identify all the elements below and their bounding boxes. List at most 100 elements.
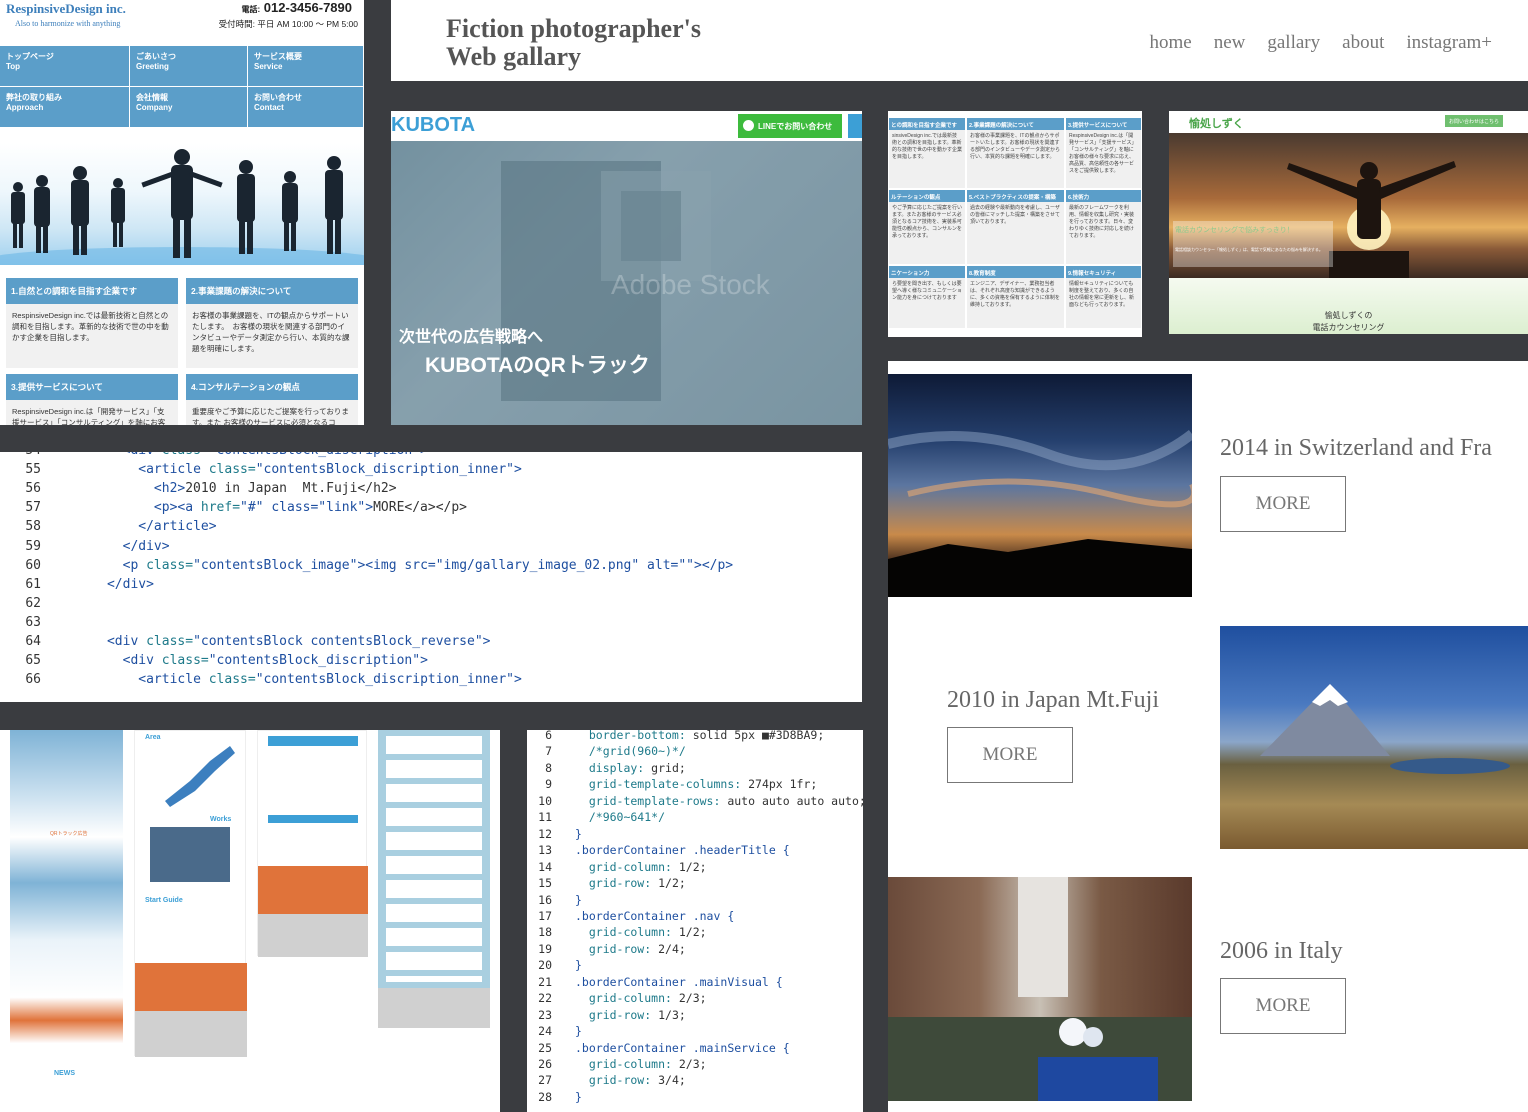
code-text: /*960~641*/: [575, 810, 666, 825]
nav-link-gallary[interactable]: gallary: [1267, 32, 1320, 54]
code-text: }: [575, 892, 582, 907]
menu-icon[interactable]: [848, 114, 862, 138]
line-number: 20: [538, 958, 552, 973]
code-text: .borderContainer .mainService {: [575, 1040, 790, 1055]
gallery-photo-italy: [888, 877, 1192, 1101]
gallery-photo-switzerland: [888, 374, 1192, 597]
thumbnail-pricing[interactable]: [257, 730, 368, 957]
more-button[interactable]: MORE: [1220, 476, 1346, 532]
nav-item-company[interactable]: 会社情報 Company: [130, 87, 248, 128]
code-text: </article>: [138, 519, 217, 535]
feature-card: 2.事業課題の解決について お客様の事業課題を、ITの観点からサポートいたします…: [186, 278, 358, 368]
thumbnail-area-works[interactable]: Area Works Start Guide: [134, 730, 247, 1057]
line-number: 17: [538, 908, 552, 923]
gallery-site-header: Fiction photographer's Web gallary home n…: [391, 0, 1528, 81]
line-number: 12: [538, 826, 552, 841]
nav-item-greeting[interactable]: ごあいさつ Greeting: [130, 46, 248, 87]
code-text: }: [575, 958, 582, 973]
feature-card-body: RespinsiveDesign inc.は「開発サービス」「支援サービス」「コ…: [12, 407, 166, 425]
code-text: <p class="contentsBlock_image"><img src=…: [122, 557, 734, 573]
code-text: grid-row: 1/3;: [575, 1007, 686, 1022]
line-contact-button[interactable]: LINEでお問い合わせ: [738, 114, 842, 138]
nav-item-top[interactable]: トップページ Top: [0, 46, 130, 87]
line-number: 26: [538, 1057, 552, 1071]
code-text: grid-row: 3/4;: [575, 1073, 686, 1088]
code-text: .borderContainer .mainVisual {: [575, 974, 783, 989]
service-grid: との調和を目指す企業です sinsiveDesign inc.では最新技術との調和…: [888, 117, 1142, 329]
line-number: 11: [538, 810, 552, 825]
line-number: 66: [25, 672, 41, 688]
code-text: }: [575, 1024, 582, 1039]
hero-caption-body: 電話相談カウンセラー「愉処しずく」は、電話で気軽にあなたの悩みを解決する。: [1175, 247, 1323, 252]
line-number: 15: [538, 876, 552, 891]
site-header: RespinsiveDesign inc. Also to harmonize …: [0, 0, 364, 46]
line-number: 61: [25, 576, 41, 592]
feature-card: 3.提供サービスについて RespinsiveDesign inc.は「開発サー…: [6, 374, 178, 425]
feature-card: 1.自然との調和を目指す企業です RespinsiveDesign inc.では…: [6, 278, 178, 368]
line-number: 63: [25, 614, 41, 630]
code-text: <p><a href="#" class="link">MORE</a></p>: [153, 500, 468, 516]
more-button[interactable]: MORE: [1220, 978, 1346, 1034]
nav-link-about[interactable]: about: [1342, 32, 1384, 54]
hero-business-silhouettes: [0, 143, 364, 265]
service-cell: 8.教育制度 エンジニア、デザイナー、業務担当者は、それぞれ高度な知識ができるよう…: [966, 265, 1065, 329]
line-number: 23: [538, 1007, 552, 1022]
gallery-photo-mtfuji: [1220, 626, 1528, 849]
line-number: 18: [538, 925, 552, 940]
kubota-logo[interactable]: KUBOTA: [391, 114, 475, 137]
nav-item-contact[interactable]: お問い合わせ Contact: [248, 87, 364, 128]
counseling-logo[interactable]: 愉処しずく: [1189, 115, 1244, 131]
line-number: 57: [25, 500, 41, 516]
nav-link-home[interactable]: home: [1150, 32, 1192, 54]
line-number: 28: [538, 1089, 552, 1104]
code-text: .borderContainer .headerTitle {: [575, 843, 790, 858]
code-text: <article class="contentsBlock_discriptio…: [138, 462, 522, 478]
line-number: 27: [538, 1073, 552, 1088]
line-number: 25: [538, 1040, 552, 1055]
line-number: 9: [545, 777, 552, 792]
code-text: grid-row: 2/4;: [575, 941, 686, 956]
section-title: 電話カウンセリング: [1312, 323, 1385, 332]
site-tagline: Also to harmonize with anything: [15, 19, 121, 28]
section-title: 愉処しずくの: [1324, 311, 1373, 320]
line-number: 55: [25, 462, 41, 478]
thumbnail-news-list[interactable]: [378, 730, 490, 1028]
gallery-item-title: 2006 in Italy: [1220, 938, 1343, 964]
nav-link-new[interactable]: new: [1214, 32, 1246, 54]
nav-link-instagram[interactable]: instagram+: [1406, 32, 1492, 54]
nav-item-service[interactable]: サービス概要 Service: [248, 46, 364, 87]
contact-button[interactable]: お問い合わせはこちら: [1445, 115, 1503, 127]
code-text: grid-template-columns: 274px 1fr;: [575, 777, 818, 792]
nav-item-approach[interactable]: 弊社の取り組み Approach: [0, 87, 130, 128]
page-thumbnails: QRトラック広告 NEWS Area Works Start Guide: [0, 730, 500, 1112]
code-text: grid-column: 2/3;: [575, 1057, 707, 1071]
code-text: }: [575, 826, 582, 841]
line-number: 6: [545, 730, 552, 742]
stock-watermark: Adobe Stock: [611, 269, 770, 300]
gallery-item-title: 2010 in Japan Mt.Fuji: [947, 687, 1160, 713]
line-number: 59: [25, 538, 41, 554]
line-number: 64: [25, 634, 41, 649]
css-code-editor: 6 border-bottom: solid 5px ■#3D8BA9; 7 /*…: [527, 730, 863, 1112]
feature-card-title: 3.提供サービスについて: [6, 374, 178, 400]
code-text: <div class="contentsBlock_discription">: [60, 452, 428, 458]
feature-card: 4.コンサルテーションの観点 重要度やご予算に応じたご提案を行っております。また…: [186, 374, 358, 425]
line-number: 22: [538, 991, 552, 1006]
code-text: </div>: [122, 538, 170, 554]
service-cell: 9.情報セキュリティ 情報セキュリティについても制度を整えており、多くの自社の情報…: [1065, 265, 1142, 329]
code-text: <article class="contentsBlock_discriptio…: [138, 672, 522, 688]
site-logo[interactable]: RespinsiveDesign inc.: [6, 1, 126, 17]
code-text: <div class="contentsBlock contentsBlock_…: [106, 634, 491, 649]
code-text: border-bottom: solid 5px ■#3D8BA9;: [575, 730, 825, 742]
code-text: grid-template-rows: auto auto auto auto;: [575, 793, 863, 808]
thumbnail-kubota-long[interactable]: QRトラック広告 NEWS: [10, 730, 123, 1112]
line-number: 16: [538, 892, 552, 907]
global-nav: トップページ Top ごあいさつ Greeting サービス概要 Service 弊社…: [0, 46, 364, 128]
code-text: <h2>2010 in Japan Mt.Fuji</h2>: [153, 481, 397, 497]
line-number: 56: [25, 481, 41, 497]
more-button[interactable]: MORE: [947, 727, 1073, 783]
line-number: 7: [545, 744, 552, 759]
code-text: .borderContainer .nav {: [575, 908, 735, 923]
gallery-site-title[interactable]: Fiction photographer's Web gallary: [446, 15, 701, 71]
html-code-editor: 54 <div class="contentsBlock_discription…: [0, 452, 862, 702]
